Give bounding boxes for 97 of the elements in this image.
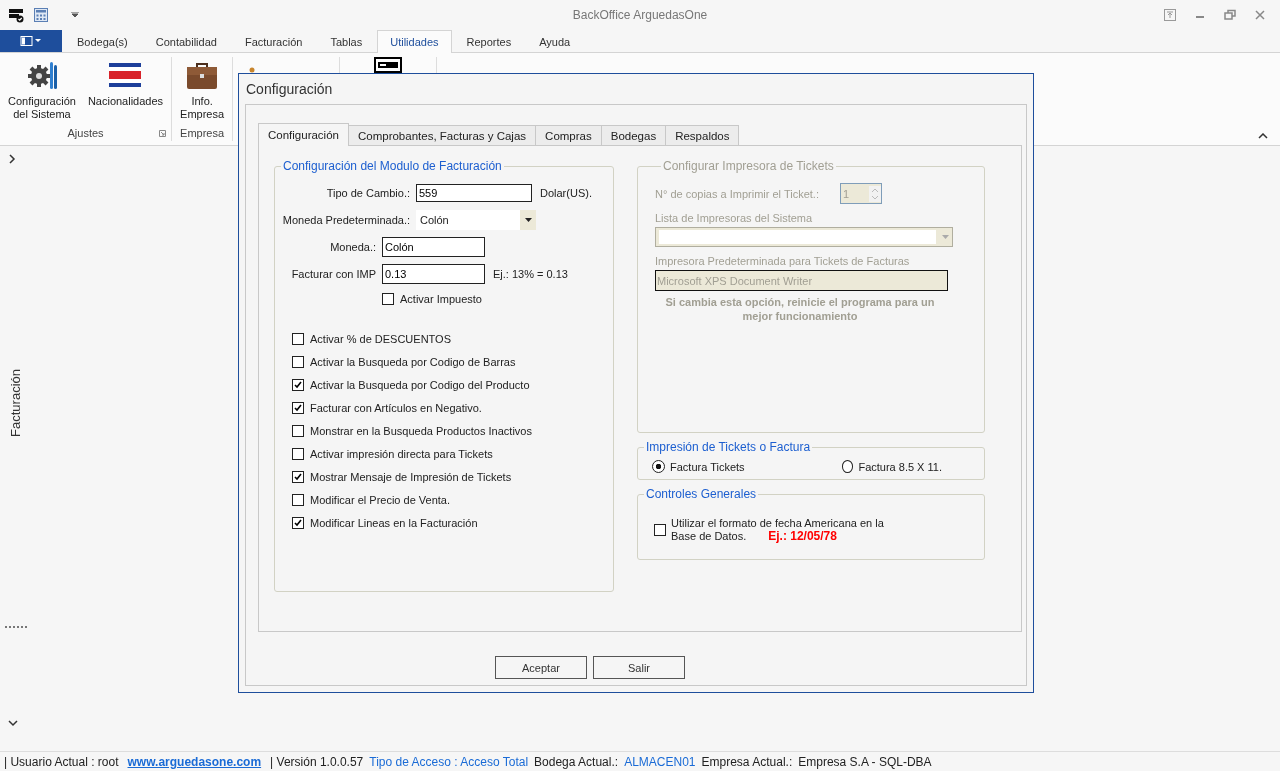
status-text: | Versión 1.0.0.57	[270, 754, 364, 769]
dropdown-arrow-icon	[942, 235, 949, 239]
checkbox-label: Utilizar el formato de fecha Americana en la	[671, 517, 884, 530]
checkbox-label: Facturar con Artículos en Negativo.	[310, 401, 482, 414]
field-label: Moneda.:	[329, 240, 377, 253]
checkbox-label: Modificar Lineas en la Facturación	[310, 516, 478, 529]
field-hint: Ej.: 13% = 0.13	[493, 267, 568, 280]
field-label: Impresora Predeterminada para Tickets de Facturas	[655, 255, 911, 267]
checkbox[interactable]	[292, 493, 304, 506]
layout-icon	[20, 36, 42, 46]
checkbox-label: Base de Datos.	[671, 530, 747, 543]
example-text: Ej.: 12/05/78	[768, 530, 837, 543]
ribbon-tab[interactable]: Tablas	[317, 30, 376, 52]
input-field[interactable]: Colón	[382, 236, 485, 257]
group-title: Configurar Impresora de Tickets	[662, 159, 835, 173]
warning-text: Si cambia esta opción, reinicie el programa para un mejor funcionamiento	[664, 295, 936, 323]
group-title: Configuración del Modulo de Facturación	[282, 159, 503, 173]
currency-dropdown[interactable]: Colón	[416, 209, 536, 230]
field-label: N° de copias a Imprimir el Ticket.:	[655, 187, 819, 200]
status-text: Empresa Actual.:	[701, 754, 793, 769]
checkbox[interactable]	[382, 292, 394, 305]
field-label: Moneda Predeterminada.:	[281, 213, 411, 226]
server-icon[interactable]	[8, 7, 24, 23]
checkbox-label: Mostrar Mensaje de Impresión de Tickets	[310, 470, 512, 483]
checkbox[interactable]	[292, 378, 304, 391]
status-text: ALMACEN01	[624, 754, 696, 769]
chevron-down-icon[interactable]	[8, 718, 18, 727]
status-text: | Usuario Actual : root	[4, 754, 119, 769]
field-label: Lista de Impresoras del Sistema	[655, 212, 814, 224]
ribbon-tab[interactable]: Contabilidad	[142, 30, 230, 52]
checkbox-label: Monstrar en la Busqueda Productos Inactivos	[310, 424, 532, 437]
radio-button[interactable]	[842, 460, 854, 473]
checkbox-label: Activar la Busqueda por Codigo del Producto	[310, 378, 530, 391]
grip-icon[interactable]	[4, 624, 28, 629]
checkbox[interactable]	[292, 516, 304, 529]
dialog-tab[interactable]: Comprobantes, Facturas y Cajas	[347, 125, 537, 145]
ribbon-button[interactable]: Nacionalidades	[81, 57, 170, 125]
field-label: Facturar con IMP	[290, 267, 377, 280]
dropdown-arrow-icon	[524, 217, 532, 222]
radio-label: Factura Tickets	[670, 460, 745, 473]
gear-screwdriver-icon	[25, 59, 58, 91]
dialog-button[interactable]: Aceptar	[495, 656, 587, 679]
group-title: Controles Generales	[645, 487, 758, 501]
status-text: Bodega Actual.:	[534, 754, 619, 769]
checkmark-icon	[293, 379, 303, 390]
group-title: Impresión de Tickets o Factura	[645, 440, 812, 454]
application-menu-button[interactable]	[0, 30, 62, 52]
website-link[interactable]: www.arguedasone.com	[127, 754, 262, 769]
window-title: BackOffice ArguedasOne	[572, 8, 708, 22]
card-icon[interactable]	[374, 57, 403, 73]
dialog-tab[interactable]: Configuración	[258, 123, 349, 146]
calculator-icon[interactable]	[33, 7, 49, 23]
ribbon-tab[interactable]: Reportes	[453, 30, 525, 52]
group-label: Empresa	[180, 127, 225, 139]
checkbox-label: Activar impresión directa para Tickets	[310, 447, 493, 460]
status-text: Tipo de Acceso : Acceso Total	[369, 754, 529, 769]
field-label: Tipo de Cambio.:	[325, 186, 411, 199]
input-field[interactable]: 559	[416, 183, 532, 202]
radio-button[interactable]	[652, 460, 665, 473]
checkbox-label: Activar % de DESCUENTOS	[310, 332, 451, 345]
checkmark-icon	[293, 471, 303, 482]
restore-icon[interactable]	[1224, 9, 1236, 21]
sidebar-label[interactable]: Facturación	[8, 369, 23, 437]
dialog-tab[interactable]: Respaldos	[665, 125, 740, 145]
dialog-launcher-icon[interactable]	[159, 129, 167, 137]
close-icon[interactable]	[1254, 9, 1266, 21]
expand-icon[interactable]	[8, 154, 16, 164]
ribbon-tab[interactable]: Ayuda	[526, 30, 584, 52]
ribbon-button[interactable]: Configuración del Sistema	[2, 57, 82, 125]
checkbox-label: Modificar el Precio de Venta.	[310, 493, 451, 506]
checkbox[interactable]	[292, 401, 304, 414]
dialog-button[interactable]: Salir	[593, 656, 685, 679]
dialog-tab[interactable]: Compras	[535, 125, 602, 145]
ribbon-button[interactable]: Info. Empresa	[174, 57, 231, 125]
input-field[interactable]: 0.13	[382, 263, 485, 284]
checkmark-icon	[293, 402, 303, 413]
dialog-tab[interactable]: Bodegas	[600, 125, 667, 145]
checkbox-label: Activar Impuesto	[400, 292, 482, 305]
checkbox[interactable]	[292, 332, 304, 345]
status-text: Empresa S.A - SQL-DBA	[798, 754, 932, 769]
collapse-ribbon-icon[interactable]	[1258, 133, 1268, 139]
checkbox-label: Activar la Busqueda por Codigo de Barras	[310, 355, 516, 368]
checkmark-icon	[293, 517, 303, 528]
checkbox[interactable]	[292, 424, 304, 437]
radio-label: Factura 8.5 X 11.	[858, 460, 942, 473]
field-hint: Dolar(US).	[540, 186, 592, 199]
checkbox[interactable]	[654, 524, 666, 536]
ribbon-tab[interactable]: Bodega(s)	[64, 30, 141, 52]
group-label: Ajustes	[67, 127, 104, 139]
checkbox[interactable]	[292, 447, 304, 460]
dropdown-caret-icon[interactable]	[71, 12, 79, 18]
ribbon-tab[interactable]: Utilidades	[377, 30, 452, 53]
ribbon-tab[interactable]: Facturación	[231, 30, 316, 52]
checkbox[interactable]	[292, 470, 304, 483]
pin-icon[interactable]	[1164, 9, 1176, 21]
dialog-title: Configuración	[245, 80, 334, 99]
checkbox[interactable]	[292, 355, 304, 368]
